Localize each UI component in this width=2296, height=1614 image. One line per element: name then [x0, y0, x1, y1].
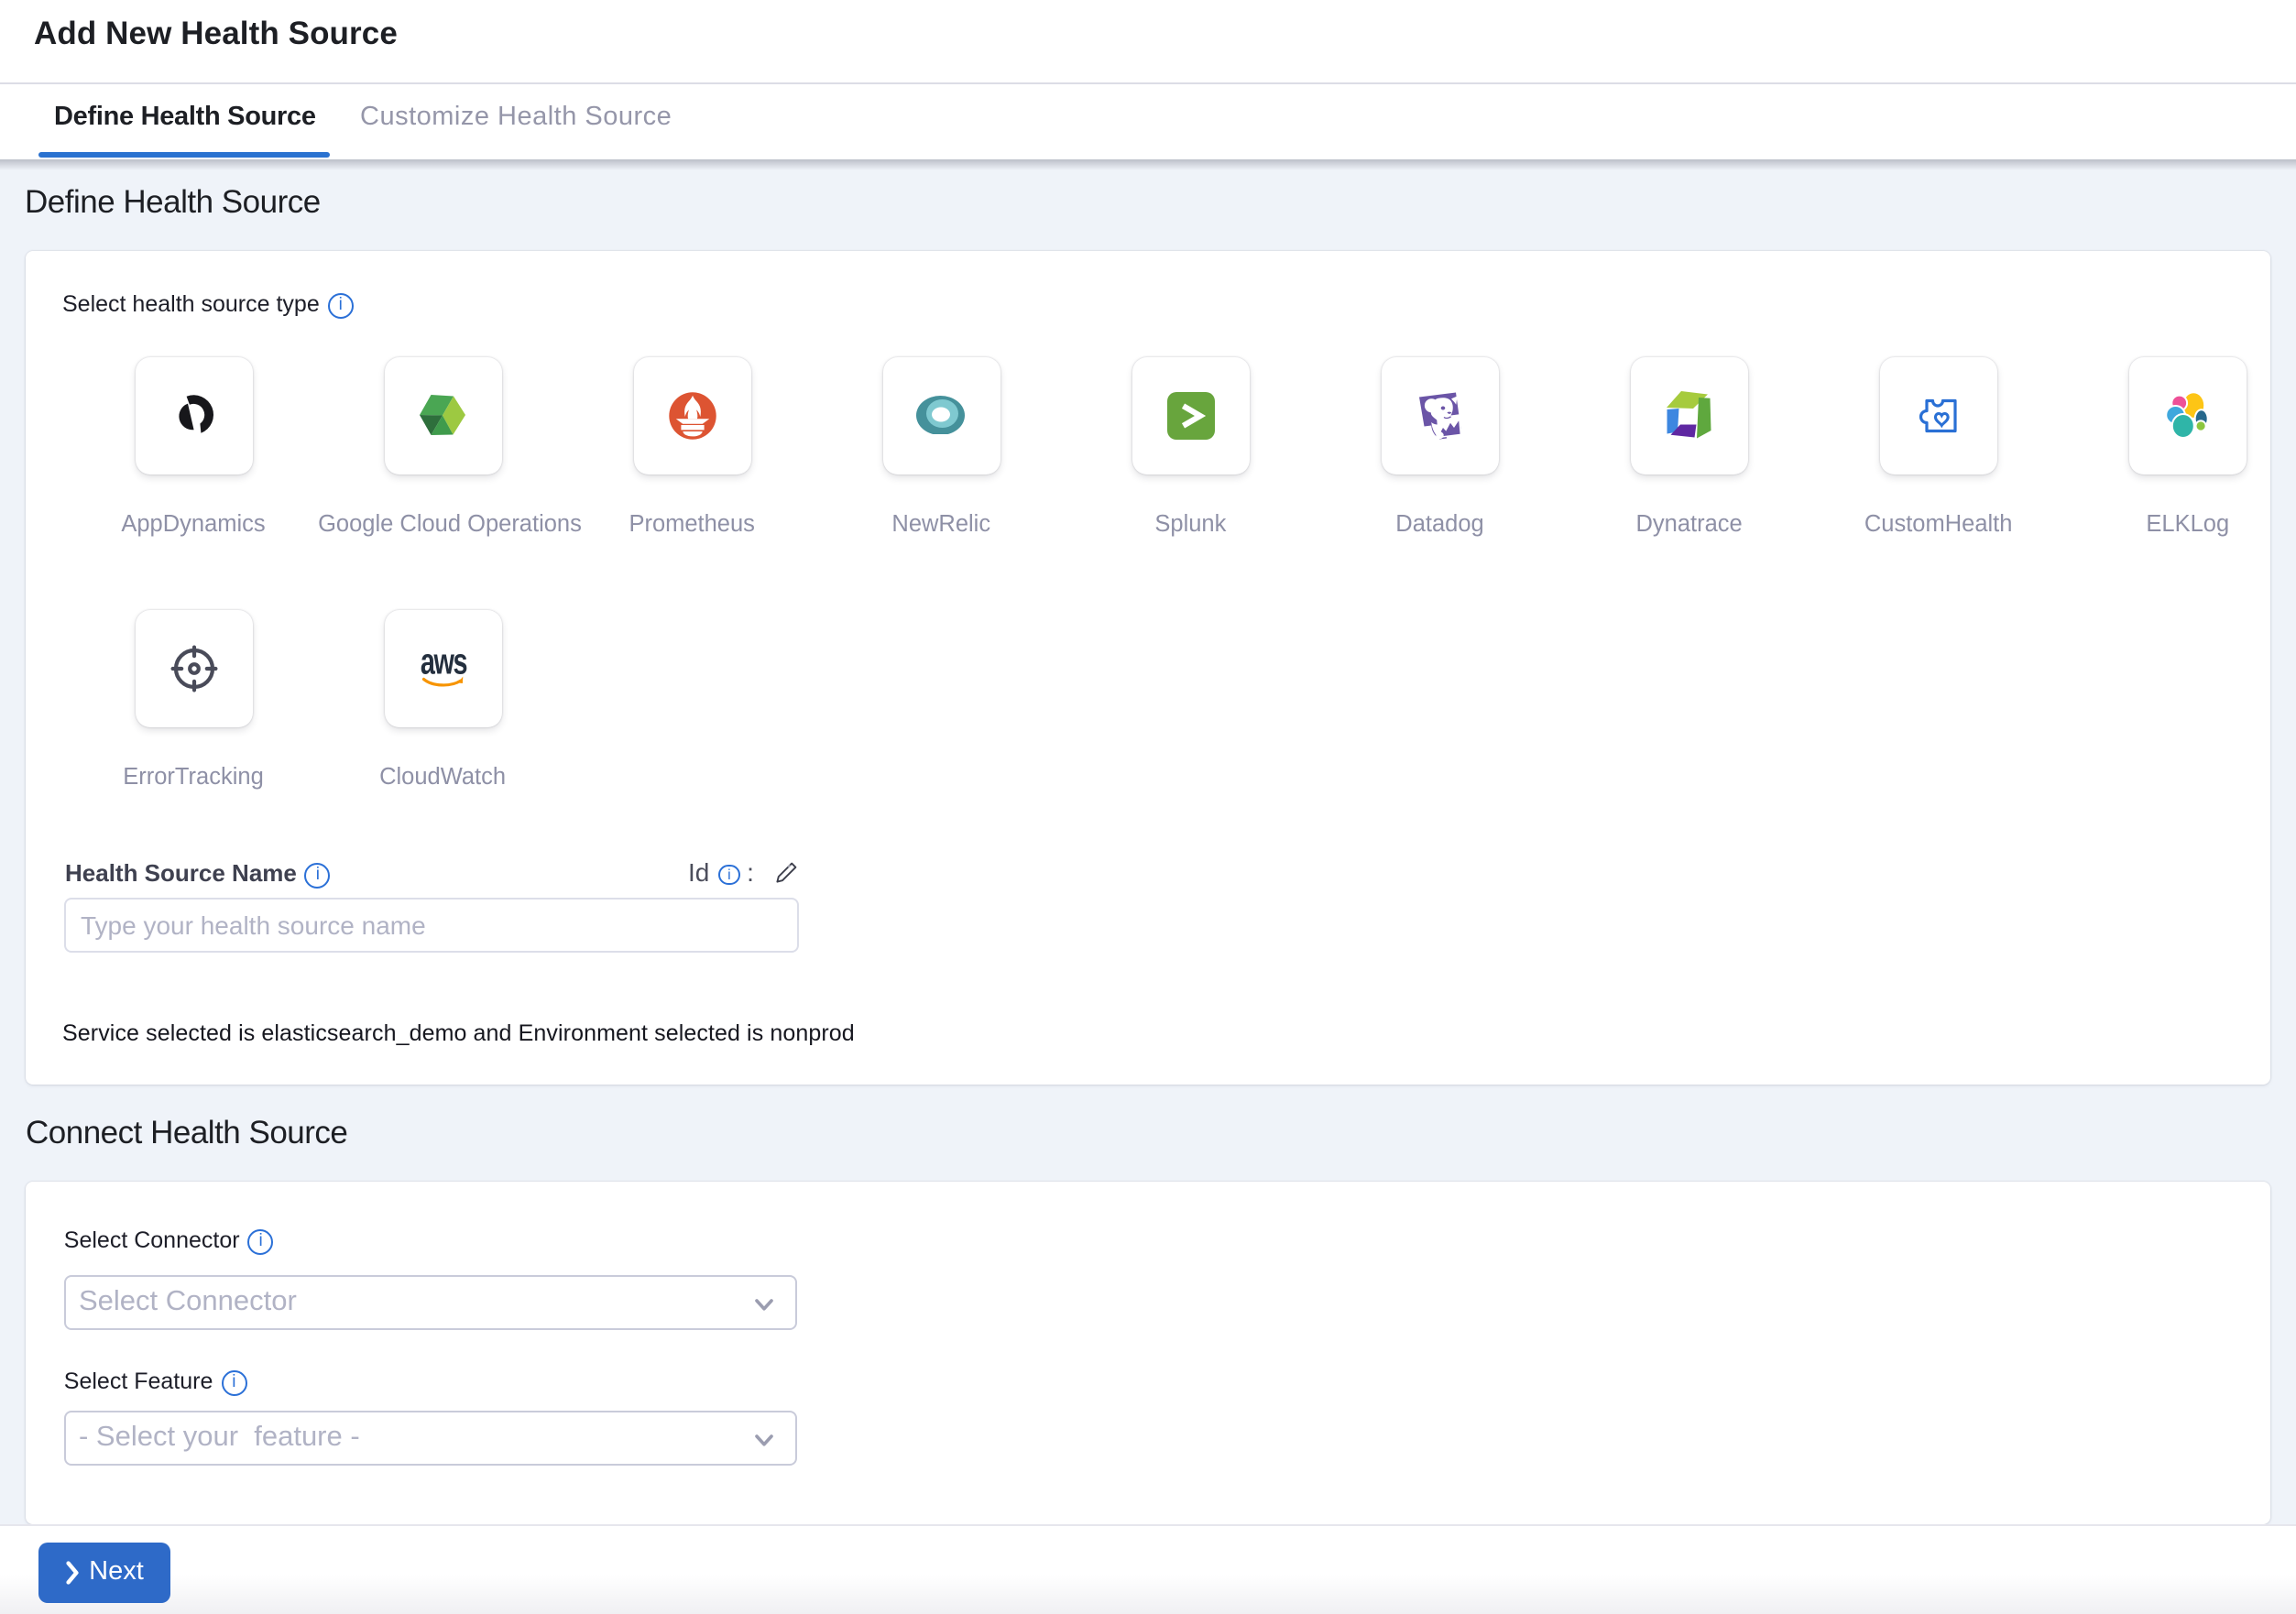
svg-text:aws: aws [420, 648, 465, 682]
